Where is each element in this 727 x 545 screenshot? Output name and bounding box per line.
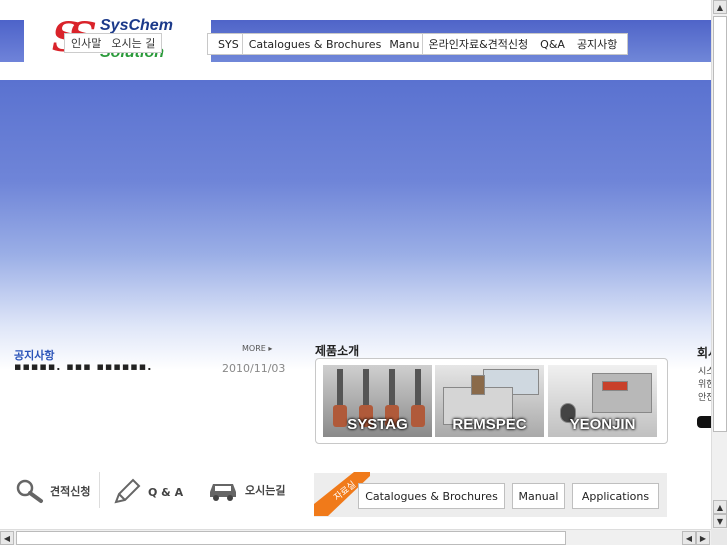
product-image-part <box>602 381 628 391</box>
quick-qna[interactable]: Q & A <box>112 478 183 506</box>
nav-item-online-quote[interactable]: 온라인자료&견적신청 <box>423 36 535 52</box>
mini-nav-directions[interactable]: 오시는 길 <box>111 35 155 51</box>
car-icon <box>210 484 236 501</box>
notice-more-link[interactable]: MORE ▸ <box>242 344 272 353</box>
quick-estimate[interactable]: 견적신청 <box>14 478 90 504</box>
nav-item-notice[interactable]: 공지사항 <box>571 36 627 52</box>
product-remspec[interactable]: REMSPEC <box>435 365 544 437</box>
scroll-left-button-right[interactable]: ◀ <box>682 531 696 545</box>
pencil-icon <box>114 478 141 504</box>
scrollbar-corner <box>711 529 727 545</box>
main-nav: SYS Catalogues & Brochures Manu 온라인자료&견적… <box>207 33 629 55</box>
products-panel: SYSTAG REMSPEC YEONJIN <box>315 358 668 444</box>
manual-button[interactable]: Manual <box>512 483 565 509</box>
company-more-button[interactable] <box>697 416 711 428</box>
mini-nav-greeting[interactable]: 인사말 <box>71 35 101 51</box>
horizontal-scroll-thumb[interactable] <box>16 531 566 545</box>
product-label: YEONJIN <box>569 416 636 433</box>
quick-qna-label: Q & A <box>148 485 184 499</box>
applications-button[interactable]: Applications <box>572 483 659 509</box>
nav-item-qna[interactable]: Q&A <box>534 38 571 51</box>
mini-nav: 인사말 오시는 길 <box>64 33 163 53</box>
vertical-scrollbar[interactable]: ▲ ▲ ▼ <box>711 0 727 545</box>
product-yeonjin[interactable]: YEONJIN <box>548 365 657 437</box>
product-systag[interactable]: SYSTAG <box>323 365 432 437</box>
scroll-right-button[interactable]: ▶ <box>696 531 710 545</box>
notice-item-date: 2010/11/03 <box>222 362 286 375</box>
product-image-part <box>592 373 652 413</box>
product-label: REMSPEC <box>452 416 527 433</box>
quick-directions-label: 오시는길 <box>245 484 286 497</box>
product-label: SYSTAG <box>347 416 408 433</box>
nav-item-manual[interactable]: Manu <box>387 38 421 51</box>
scroll-up-button-lower[interactable]: ▲ <box>713 500 727 514</box>
left-nav-band <box>0 20 24 62</box>
notice-item-text[interactable]: ▪▪▪▪▪. ▪▪▪ ▪▪▪▪▪▪. <box>14 360 152 373</box>
quick-directions[interactable]: 오시는길 <box>207 478 285 502</box>
nav-item-catalogues[interactable]: Catalogues & Brochures <box>243 38 388 51</box>
hero-banner <box>0 80 711 370</box>
page-header: SS SysChem Solution 인사말 오시는 길 실 SYS Cata… <box>0 0 711 80</box>
nav-item-sys[interactable]: SYS <box>208 38 242 51</box>
catalogues-button[interactable]: Catalogues & Brochures <box>358 483 505 509</box>
horizontal-scrollbar[interactable]: ◀ ◀ ▶ <box>0 529 711 545</box>
scroll-left-button[interactable]: ◀ <box>0 531 14 545</box>
scroll-down-button[interactable]: ▼ <box>713 514 727 528</box>
scroll-up-button[interactable]: ▲ <box>713 0 727 14</box>
quick-estimate-label: 견적신청 <box>50 485 91 498</box>
vertical-scroll-thumb[interactable] <box>713 16 727 432</box>
products-title: 제품소개 <box>315 344 360 358</box>
magnifier-icon <box>16 479 43 503</box>
product-image-part <box>471 375 485 395</box>
quick-divider <box>99 472 100 508</box>
